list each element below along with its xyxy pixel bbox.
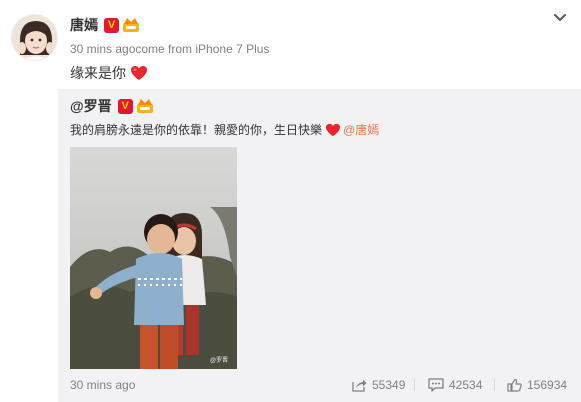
original-author[interactable]: @罗晋 [70,96,112,116]
forward-icon [352,379,367,392]
verified-icon: V [117,98,133,114]
chevron-down-icon[interactable] [553,12,567,24]
author-row: 唐嫣 V [70,14,140,36]
member-crown-icon [136,99,153,113]
forward-count: 55349 [372,378,406,392]
like-count: 156934 [527,378,568,392]
member-crown-icon [123,18,139,32]
like-button[interactable]: 156934 [507,375,567,395]
comment-count: 42534 [449,378,483,392]
heart-icon [130,65,148,81]
verified-icon: V [104,17,119,33]
original-author-row: @罗晋 V [70,96,154,116]
repost-footer: 30 mins ago 55349 42534 156934 [58,375,581,395]
avatar-image [12,15,57,60]
comment-button[interactable]: 42534 [428,375,482,395]
repost-time[interactable]: 30 mins ago [70,378,135,392]
original-text-content: 我的肩膀永遠是你的依靠！親愛的你，生日快樂 [70,123,323,137]
comment-icon [428,378,444,392]
svg-text:@罗晋: @罗晋 [210,357,228,364]
divider [414,379,415,391]
post-text-content: 缘来是你 [70,65,126,81]
post-photo[interactable]: @罗晋 [70,147,237,369]
avatar[interactable] [11,14,58,61]
heart-icon [325,123,341,137]
weibo-post-card: 唐嫣 V 30 mins agocome from iPhone 7 Plus … [0,0,581,402]
like-icon [507,378,522,392]
mention-link[interactable]: @唐嫣 [343,121,379,138]
post-text: 缘来是你 [70,63,148,83]
repost-box: @罗晋 V 我的肩膀永遠是你的依靠！親愛的你，生日快樂 @唐嫣 @罗晋 30 m… [58,89,581,402]
original-text: 我的肩膀永遠是你的依靠！親愛的你，生日快樂 @唐嫣 [70,121,379,138]
post-meta[interactable]: 30 mins agocome from iPhone 7 Plus [70,42,269,56]
divider [494,379,495,391]
forward-button[interactable]: 55349 [352,375,405,395]
author-name[interactable]: 唐嫣 [70,15,98,35]
